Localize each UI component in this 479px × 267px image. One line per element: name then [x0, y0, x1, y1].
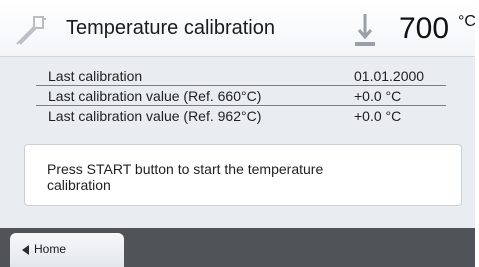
info-value: +0.0 °C	[354, 88, 402, 104]
info-value: 01.01.2000	[354, 68, 425, 84]
page-title: Temperature calibration	[66, 17, 275, 39]
info-value: +0.0 °C	[354, 108, 402, 124]
footer-bar: Home	[0, 228, 475, 267]
info-label: Last calibration value (Ref. 962°C)	[48, 108, 262, 124]
temperature-value: 700	[399, 12, 450, 45]
calibration-probe-icon	[16, 16, 46, 45]
info-row-value-962: Last calibration value (Ref. 962°C) +0.0…	[36, 106, 446, 125]
home-label: Home	[34, 242, 67, 256]
calibration-info-list: Last calibration 01.01.2000 Last calibra…	[36, 66, 446, 125]
header-bar: Temperature calibration 700 °C	[0, 0, 475, 57]
info-row-value-660: Last calibration value (Ref. 660°C) +0.0…	[36, 86, 446, 106]
instruction-message-box: Press START button to start the temperat…	[24, 144, 462, 206]
info-label: Last calibration	[48, 68, 143, 84]
home-button[interactable]: Home	[10, 233, 124, 267]
calibration-screen: Temperature calibration 700 °C Last cali…	[0, 0, 475, 267]
info-row-last-calibration: Last calibration 01.01.2000	[36, 66, 446, 86]
info-label: Last calibration value (Ref. 660°C)	[48, 88, 262, 104]
furnace-temperature-icon	[355, 14, 375, 46]
temperature-unit: °C	[458, 13, 475, 30]
instruction-text: Press START button to start the temperat…	[47, 161, 324, 193]
left-arrow-icon	[22, 245, 29, 255]
